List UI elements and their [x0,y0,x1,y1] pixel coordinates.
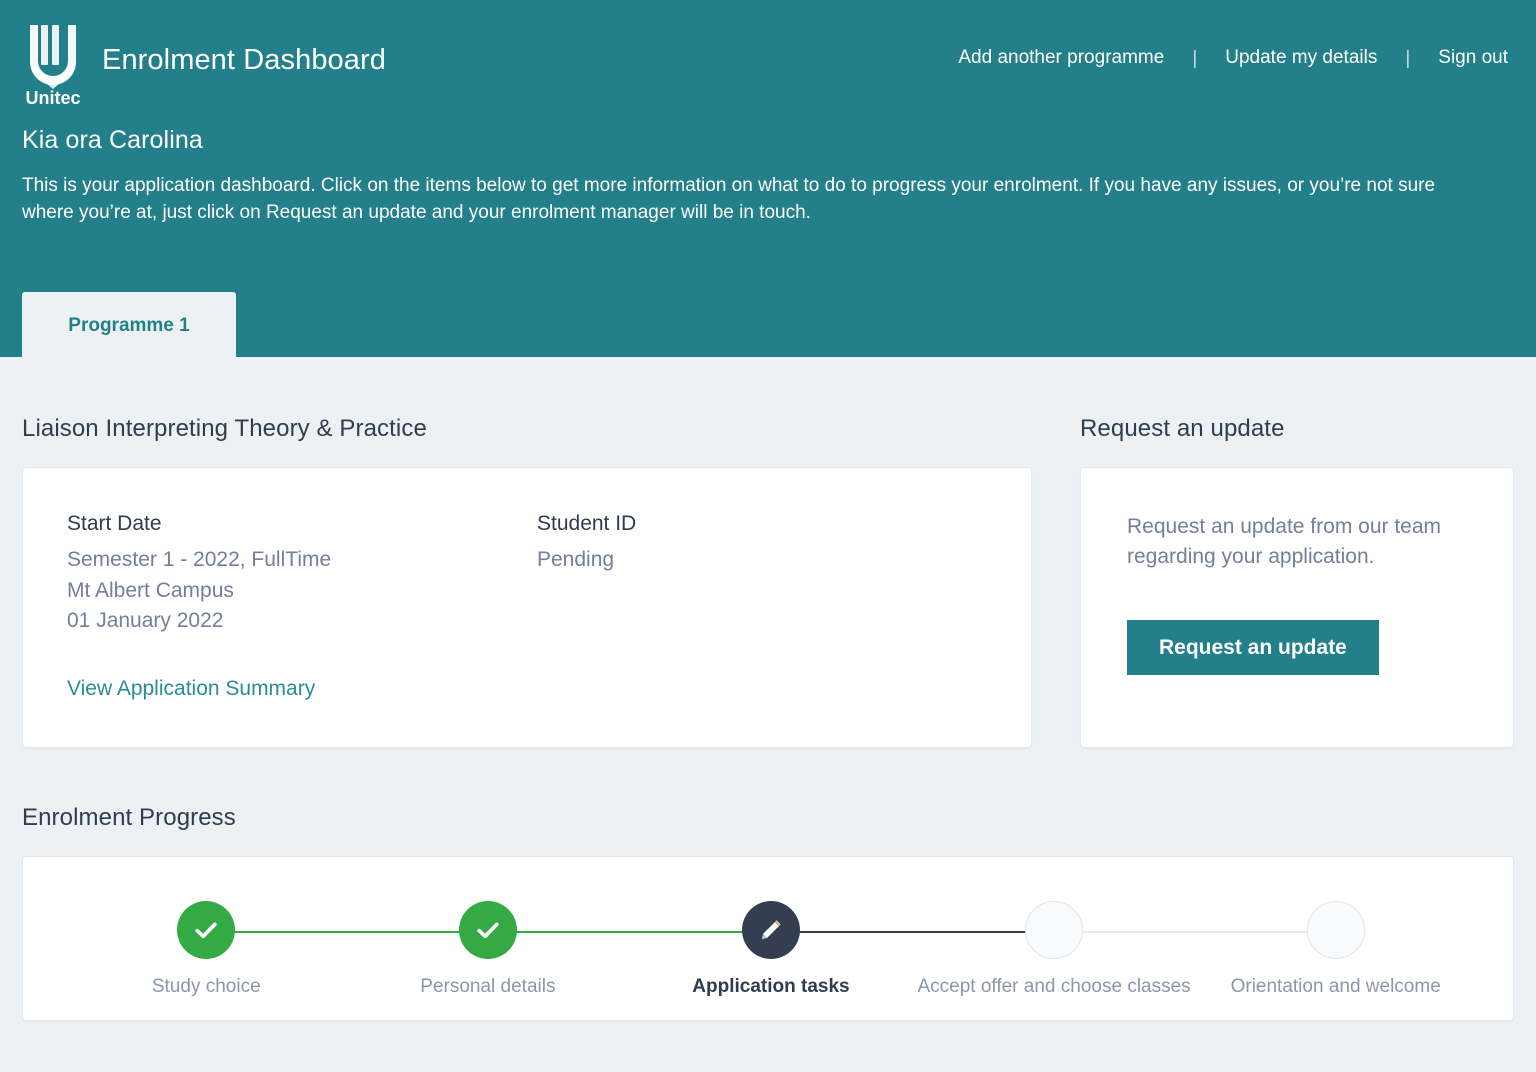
student-id-label: Student ID [537,510,636,538]
page-header: Unitec Enrolment Dashboard Add another p… [0,0,1536,357]
progress-step-2[interactable]: Personal details [338,901,638,996]
start-date-column: Start Date Semester 1 - 2022, FullTime M… [67,510,537,637]
programme-column: Liaison Interpreting Theory & Practice S… [22,415,1032,748]
tab-programme-1[interactable]: Programme 1 [22,292,236,357]
page-title: Enrolment Dashboard [102,46,386,81]
date-value: 01 January 2022 [67,606,537,636]
progress-step-5[interactable]: Orientation and welcome [1186,901,1486,996]
unitec-logo-icon: Unitec [22,19,84,107]
intro-text: This is your application dashboard. Clic… [22,173,1492,227]
check-icon [474,916,502,944]
header-nav: Add another programme | Update my detail… [948,43,1514,83]
request-body-text: Request an update from our team regardin… [1127,512,1467,573]
progress-step-4[interactable]: Accept offer and choose classes [904,901,1204,996]
programme-details-card: Start Date Semester 1 - 2022, FullTime M… [22,467,1032,748]
nav-sign-out[interactable]: Sign out [1410,43,1508,73]
student-id-value: Pending [537,545,636,575]
progress-step-3[interactable]: Application tasks [621,901,921,996]
programme-title: Liaison Interpreting Theory & Practice [22,415,1032,443]
step-circle-done[interactable] [459,901,517,959]
student-id-column: Student ID Pending [537,510,636,637]
nav-update-my-details[interactable]: Update my details [1197,43,1405,73]
step-label: Application tasks [621,977,921,996]
step-circle-done[interactable] [177,901,235,959]
step-label: Orientation and welcome [1186,977,1486,996]
main-content: Liaison Interpreting Theory & Practice S… [0,357,1536,1021]
request-column: Request an update Request an update from… [1032,415,1514,748]
pencil-icon [758,917,784,943]
view-application-summary-link[interactable]: View Application Summary [67,677,315,701]
header-top-bar: Unitec Enrolment Dashboard Add another p… [0,0,1536,110]
step-circle-current[interactable] [742,901,800,959]
campus-value: Mt Albert Campus [67,576,537,606]
welcome-block: Kia ora Carolina This is your applicatio… [0,110,1536,227]
step-label: Accept offer and choose classes [904,977,1204,996]
step-circle-todo[interactable] [1025,901,1083,959]
start-date-label: Start Date [67,510,537,538]
step-circle-todo[interactable] [1307,901,1365,959]
progress-stepper: Study choicePersonal detailsApplication … [23,901,1513,1021]
enrolment-progress-section: Enrolment Progress Study choicePersonal … [22,748,1514,1021]
greeting-text: Kia ora Carolina [22,126,1514,155]
nav-separator-2: | [1405,49,1410,68]
start-date-value: Semester 1 - 2022, FullTime [67,545,537,575]
enrolment-progress-title: Enrolment Progress [22,804,1514,832]
brand[interactable]: Unitec Enrolment Dashboard [22,19,386,107]
step-label: Personal details [338,977,638,996]
request-an-update-button[interactable]: Request an update [1127,620,1379,675]
request-update-card: Request an update from our team regardin… [1080,467,1514,748]
step-label: Study choice [56,977,356,996]
unitec-wordmark: Unitec [25,88,80,107]
enrolment-progress-card: Study choicePersonal detailsApplication … [22,856,1514,1021]
request-section-title: Request an update [1080,415,1514,443]
check-icon [192,916,220,944]
programme-detail-columns: Start Date Semester 1 - 2022, FullTime M… [67,510,987,637]
nav-add-another-programme[interactable]: Add another programme [948,43,1192,73]
top-grid: Liaison Interpreting Theory & Practice S… [22,357,1514,748]
tab-bar: Programme 1 [22,292,236,357]
nav-separator-1: | [1192,49,1197,68]
progress-step-1[interactable]: Study choice [56,901,356,996]
